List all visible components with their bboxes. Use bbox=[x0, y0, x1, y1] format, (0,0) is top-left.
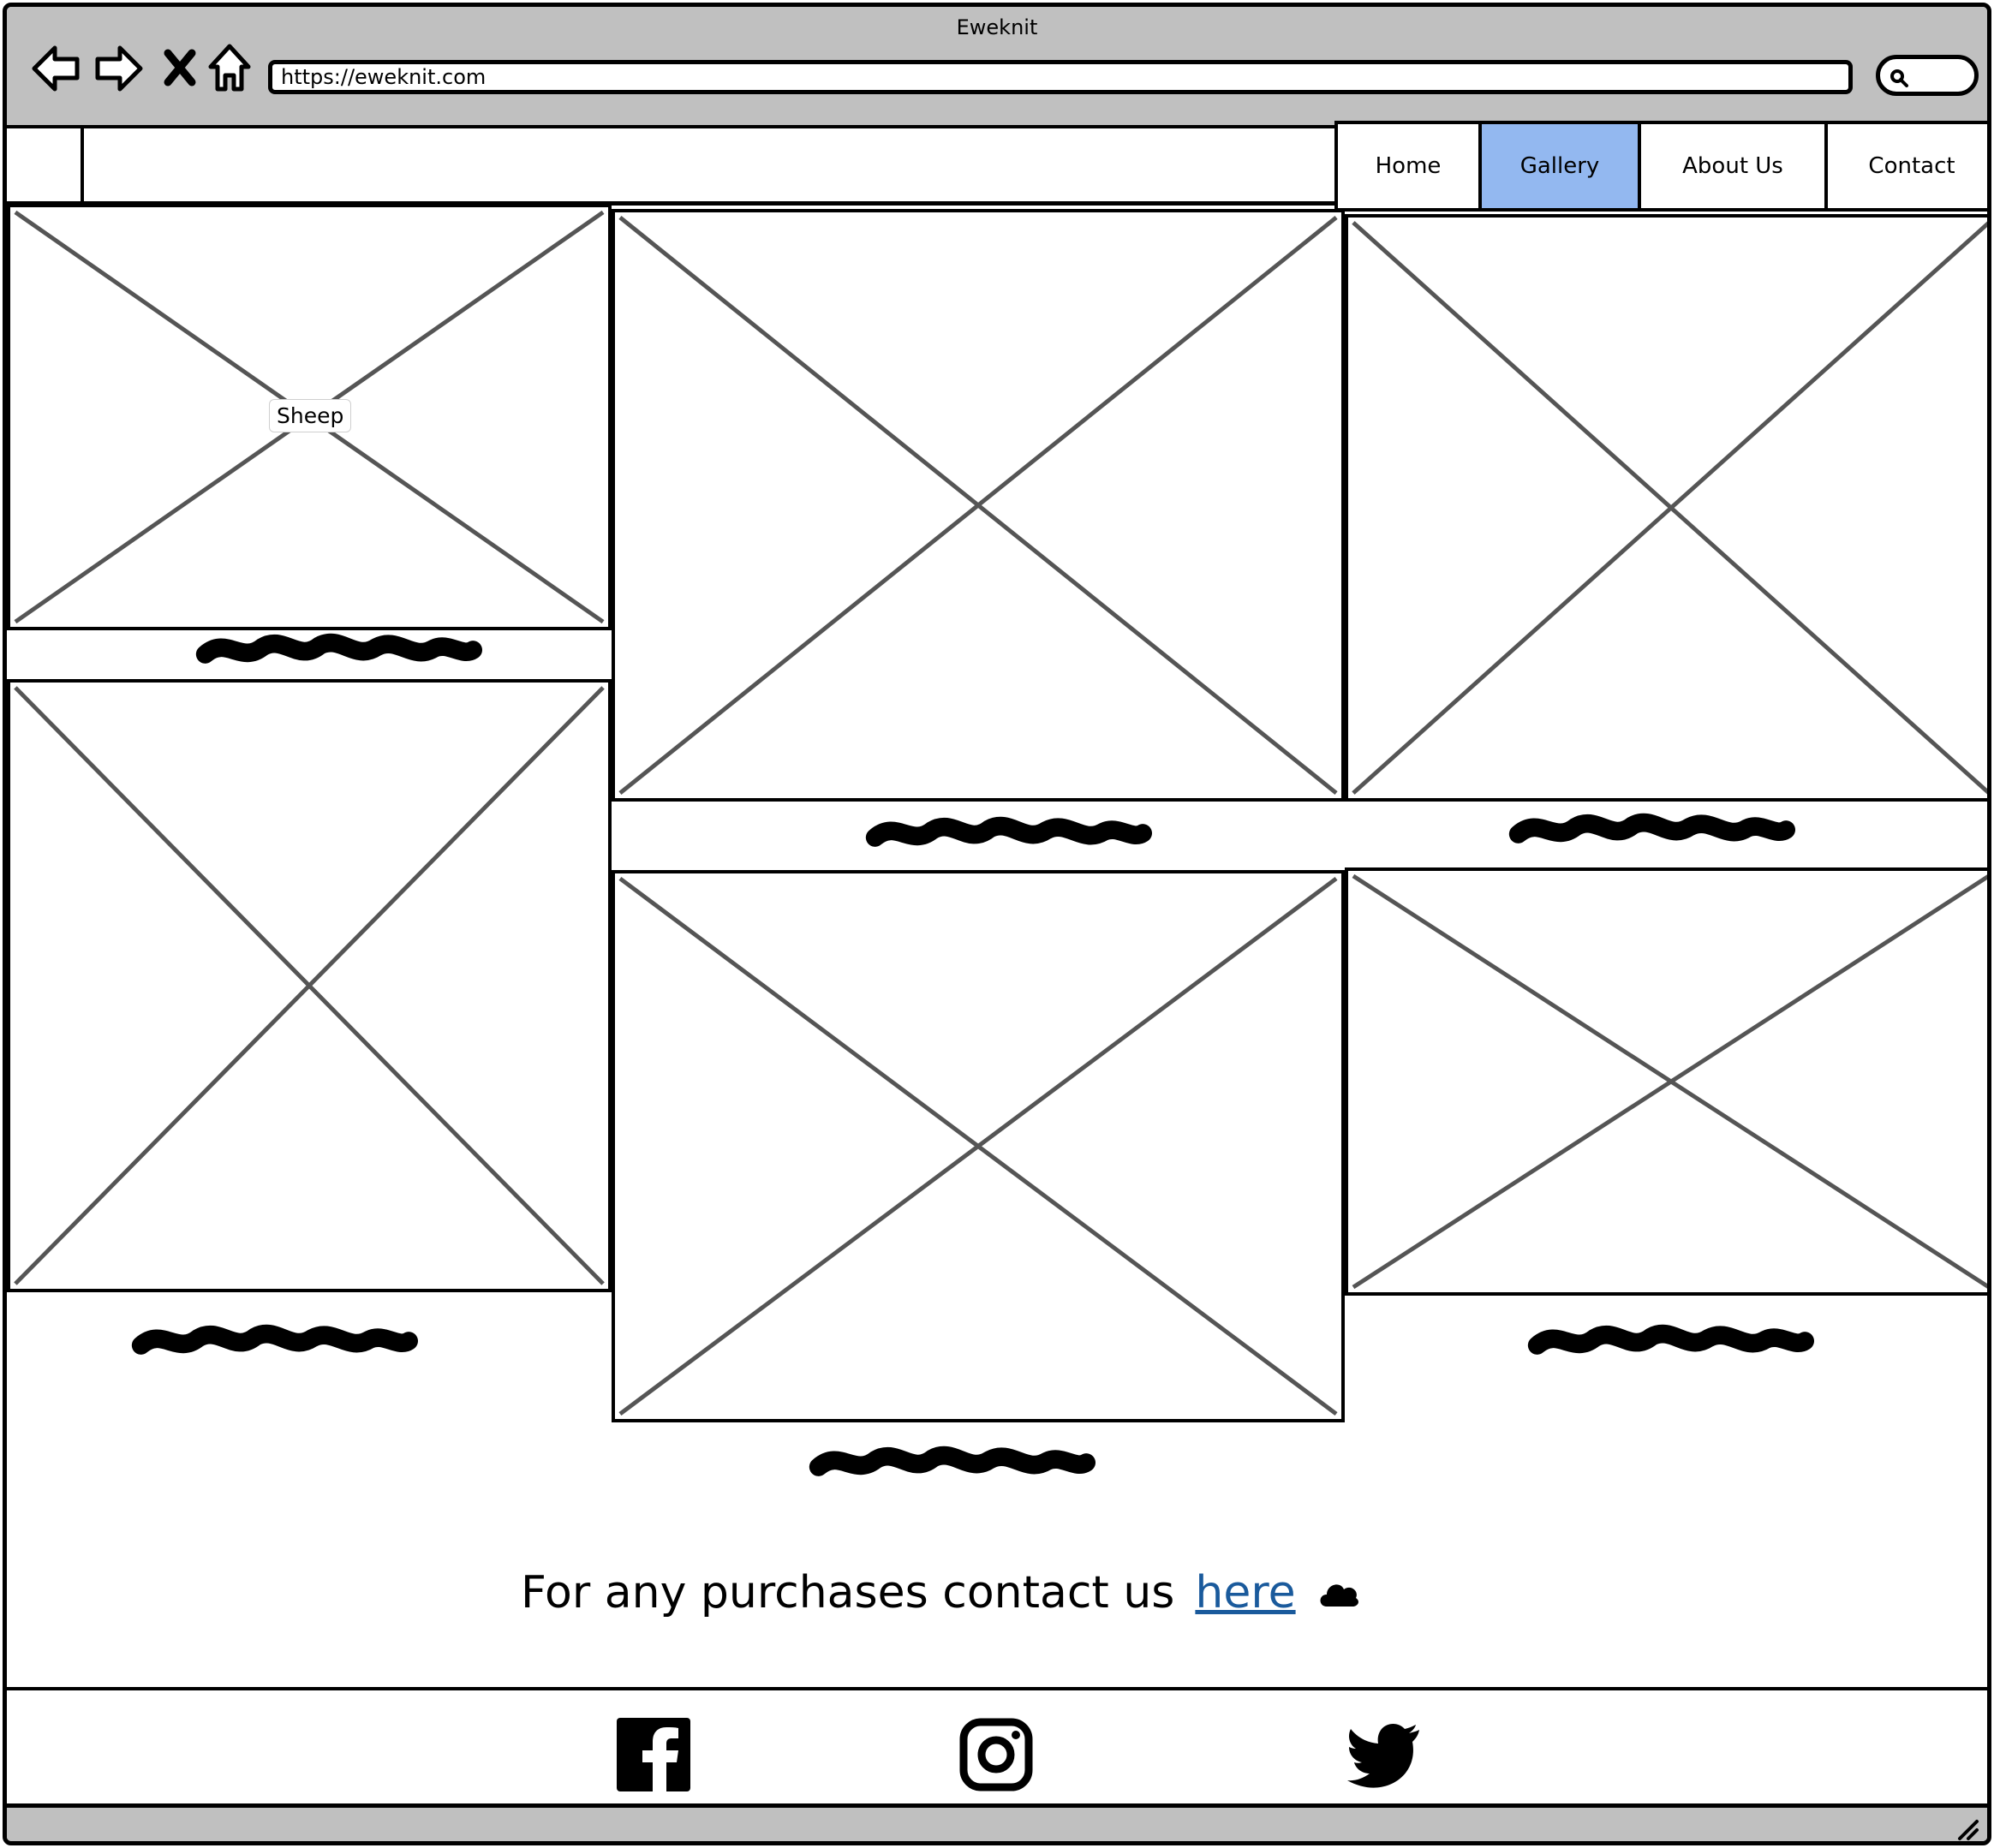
gallery-image-2[interactable] bbox=[7, 679, 612, 1292]
browser-toolbar: Eweknit https://eweknit.com bbox=[7, 7, 1987, 129]
image-caption-6 bbox=[1527, 1324, 1814, 1355]
gallery-image-4[interactable] bbox=[612, 870, 1345, 1422]
gallery-image-6[interactable] bbox=[1345, 867, 1987, 1296]
resize-grip-icon[interactable] bbox=[1955, 1816, 1980, 1842]
logo-placeholder bbox=[7, 128, 84, 204]
menu-item-home[interactable]: Home bbox=[1338, 124, 1482, 208]
main-menu: Home Gallery About Us Contact bbox=[1334, 121, 1987, 212]
close-icon[interactable] bbox=[161, 38, 199, 98]
facebook-icon[interactable] bbox=[617, 1718, 690, 1791]
browser-statusbar bbox=[7, 1803, 1987, 1842]
home-icon[interactable] bbox=[206, 38, 254, 98]
window-title: Eweknit bbox=[956, 15, 1038, 39]
forward-arrow-icon[interactable] bbox=[93, 38, 146, 98]
image-tooltip: Sheep bbox=[269, 399, 352, 432]
menu-item-contact[interactable]: Contact bbox=[1828, 124, 1987, 208]
cloud-icon bbox=[1320, 1584, 1358, 1607]
search-icon bbox=[1890, 69, 1908, 87]
image-caption-3 bbox=[865, 816, 1152, 847]
image-caption-5 bbox=[1508, 813, 1795, 844]
back-arrow-icon[interactable] bbox=[29, 38, 82, 98]
image-caption-4 bbox=[809, 1446, 1096, 1476]
contact-text: For any purchases contact us bbox=[521, 1567, 1175, 1618]
gallery-image-5[interactable] bbox=[1345, 214, 1987, 802]
menu-item-about-us[interactable]: About Us bbox=[1641, 124, 1828, 208]
gallery-image-3[interactable] bbox=[612, 209, 1345, 802]
menu-item-gallery[interactable]: Gallery bbox=[1482, 124, 1641, 208]
url-input[interactable]: https://eweknit.com bbox=[268, 60, 1853, 94]
search-field[interactable] bbox=[1876, 55, 1979, 96]
instagram-icon[interactable] bbox=[959, 1718, 1033, 1791]
image-caption-1 bbox=[195, 633, 483, 664]
image-caption-2 bbox=[131, 1324, 419, 1355]
twitter-icon[interactable] bbox=[1347, 1718, 1421, 1791]
contact-section: For any purchases contact us here bbox=[521, 1567, 1359, 1618]
browser-window: Eweknit https://eweknit.com Home Gallery… bbox=[3, 3, 1991, 1845]
contact-link[interactable]: here bbox=[1195, 1567, 1295, 1618]
footer-divider bbox=[7, 1687, 1987, 1690]
